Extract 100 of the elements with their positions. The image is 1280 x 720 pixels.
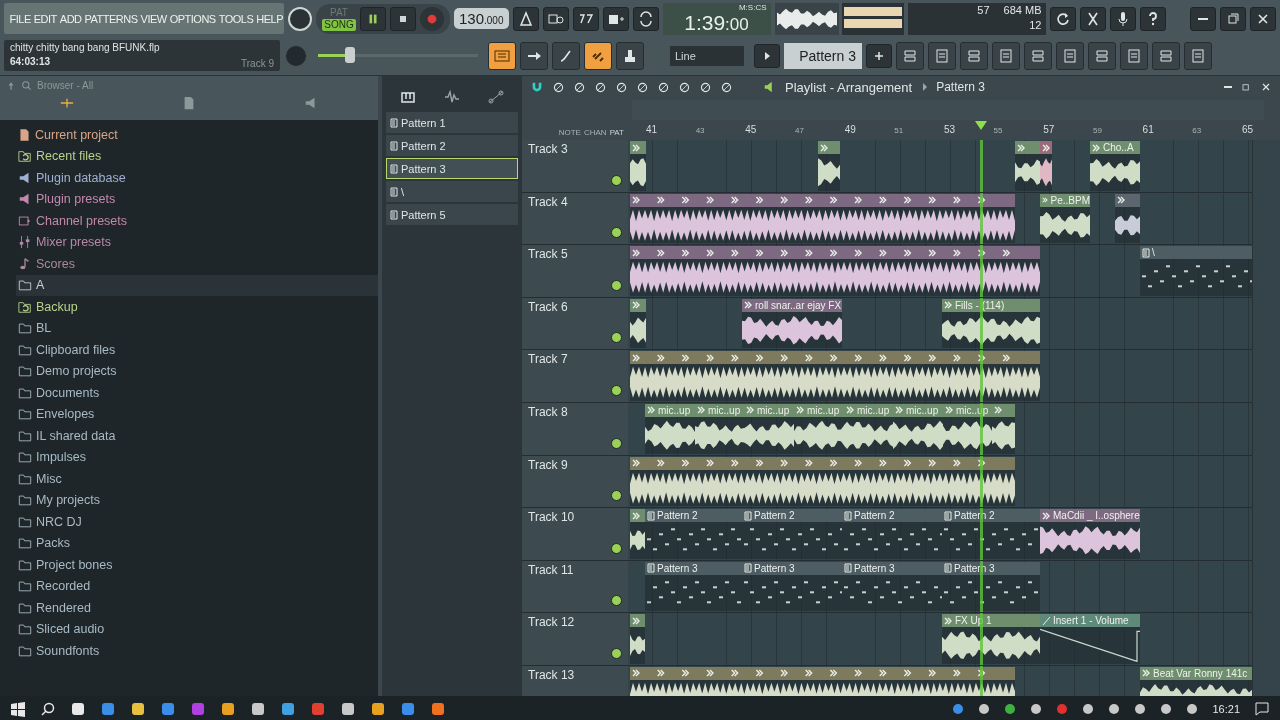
playlist-clip[interactable]: Pattern 3 <box>645 561 742 612</box>
bar-number: 41 <box>646 124 658 135</box>
bar-number: 43 <box>695 126 705 135</box>
track-header[interactable]: Track 11 <box>522 560 628 613</box>
track-header[interactable]: Track 6 <box>522 297 628 350</box>
browser-item[interactable]: Backup <box>16 296 378 318</box>
playlist-clip[interactable]: Insert 1 - Volume <box>1040 614 1140 664</box>
pattern-selector[interactable]: Pattern 3 <box>784 42 862 69</box>
bar-number: 49 <box>844 124 856 135</box>
ruler-mode-label[interactable]: PAT <box>609 128 624 137</box>
playlist-clip[interactable]: roll snar..ar ejay FX <box>742 298 842 349</box>
clip-label: Pe..BPM <box>1050 194 1090 206</box>
track-header[interactable]: Track 10 <box>522 508 628 560</box>
pattern-item[interactable]: \ <box>386 181 518 202</box>
clip-label: mic..up <box>658 404 691 416</box>
browser-item[interactable]: Documents <box>16 382 378 404</box>
clip-label: Cho..A <box>1103 142 1134 153</box>
cpu-reading: 57 <box>976 3 990 18</box>
track-name: Track 3 <box>528 142 568 156</box>
browser-item[interactable]: Sliced audio <box>16 618 378 640</box>
clip-label: mic..up <box>956 404 989 416</box>
pattern-item[interactable]: Pattern 3 <box>386 158 518 179</box>
clip-label: mic..up <box>708 404 741 416</box>
bar-number: 65 <box>1241 124 1254 135</box>
browser-item[interactable]: My projects <box>16 489 378 511</box>
tempo-field[interactable]: 130.000 <box>454 8 509 29</box>
browser-item[interactable]: Scores <box>16 253 378 275</box>
browser-item[interactable]: IL shared data <box>16 425 378 447</box>
browser-item[interactable]: Recent files <box>16 145 378 167</box>
memory-reading: 684 MB <box>1003 3 1042 18</box>
track-name: Track 4 <box>528 194 568 209</box>
track-name: Track 5 <box>528 247 568 262</box>
playlist-clip[interactable]: Pattern 3 <box>842 561 942 612</box>
browser-item[interactable]: Clipboard files <box>16 339 378 361</box>
clip-label: Pattern 2 <box>657 510 698 522</box>
polyphony-reading: 12 <box>1028 18 1042 33</box>
menu-item[interactable]: ADD <box>58 12 84 25</box>
clip-label: mic..up <box>807 404 840 416</box>
browser-item[interactable]: Mixer presets <box>16 231 378 253</box>
taskbar-clock: 16:21 <box>1212 702 1240 715</box>
playlist-clip[interactable]: \ <box>1140 246 1252 296</box>
menu-item[interactable]: PATTERNS <box>83 12 140 25</box>
playlist-clip[interactable]: Pattern 2 <box>842 509 942 559</box>
menu-item[interactable]: VIEW <box>139 12 169 25</box>
browser-item[interactable]: Impulses <box>16 446 378 468</box>
ruler-mode-label[interactable]: CHAN <box>583 128 607 137</box>
menu-item[interactable]: EDIT <box>32 12 59 25</box>
playlist-clip[interactable]: Pattern 3 <box>742 561 842 612</box>
pattern-item[interactable]: Pattern 5 <box>386 204 518 225</box>
playlist-title: Playlist - Arrangement <box>785 79 913 95</box>
track-header[interactable]: Track 13 <box>522 665 628 696</box>
time-format-label: M:S:CS <box>738 2 767 12</box>
playlist-clip[interactable]: Pattern 2 <box>942 509 1040 559</box>
browser-item[interactable]: BL <box>16 317 378 339</box>
track-header[interactable]: Track 4 <box>522 192 628 245</box>
playlist-clip[interactable]: MaCdii _ I..osphere <box>1040 509 1140 559</box>
browser-item[interactable]: Rendered <box>16 597 378 619</box>
bar-number: 53 <box>943 124 956 135</box>
ruler-mode-label[interactable]: NOTE <box>558 128 581 137</box>
track-name: Track 8 <box>528 404 568 419</box>
menu-item[interactable]: TOOLS <box>217 12 255 25</box>
browser-item[interactable]: Recorded <box>16 575 378 597</box>
track-header[interactable]: Track 3 <box>522 140 628 192</box>
browser-item[interactable]: A <box>16 274 378 296</box>
track-header[interactable]: Track 12 <box>522 613 628 665</box>
track-header[interactable]: Track 7 <box>522 350 628 402</box>
browser-item[interactable]: Project bones <box>16 554 378 576</box>
clip-label: Pattern 3 <box>657 562 698 574</box>
browser-item[interactable]: Packs <box>16 532 378 554</box>
bar-number: 55 <box>993 126 1003 135</box>
clip-label: roll snar..ar ejay FX <box>755 299 842 311</box>
playlist-clip[interactable]: Pattern 2 <box>645 509 742 559</box>
clip-label: Insert 1 - Volume <box>1053 615 1129 627</box>
bar-number: 59 <box>1092 126 1102 135</box>
browser-item[interactable]: NRC DJ <box>16 511 378 533</box>
mode-toggle[interactable]: SONG <box>322 18 356 31</box>
playlist-clip[interactable]: Pattern 2 <box>742 509 842 559</box>
track-header[interactable]: Track 9 <box>522 455 628 508</box>
menu-item[interactable]: OPTIONS <box>168 12 218 25</box>
menu-item[interactable]: FILE <box>8 12 33 25</box>
track-name: Track 7 <box>528 352 568 367</box>
breadcrumb-pattern: Pattern 3 <box>936 80 985 94</box>
bar-number: 57 <box>1043 124 1055 135</box>
playlist-clip[interactable]: Pattern 3 <box>942 561 1040 612</box>
browser-item[interactable]: Demo projects <box>16 360 378 382</box>
browser-item[interactable]: Channel presets <box>16 210 378 232</box>
snap-dropdown[interactable]: Line <box>670 45 744 66</box>
clip-label: Pattern 3 <box>854 562 895 574</box>
track-header[interactable]: Track 8 <box>522 402 628 455</box>
browser-item[interactable]: Soundfonts <box>16 640 378 662</box>
browser-item[interactable]: Plugin presets <box>16 188 378 210</box>
clip-label: Pattern 3 <box>954 562 995 574</box>
browser-item[interactable]: Misc <box>16 468 378 490</box>
track-header[interactable]: Track 5 <box>522 245 628 297</box>
menu-item[interactable]: HELP <box>254 12 284 25</box>
browser-item[interactable]: Envelopes <box>16 403 378 425</box>
pattern-item[interactable]: Pattern 2 <box>386 135 518 156</box>
browser-item[interactable]: Plugin database <box>16 167 378 189</box>
pattern-item[interactable]: Pattern 1 <box>386 112 518 133</box>
browser-item[interactable]: Current project <box>16 124 378 146</box>
